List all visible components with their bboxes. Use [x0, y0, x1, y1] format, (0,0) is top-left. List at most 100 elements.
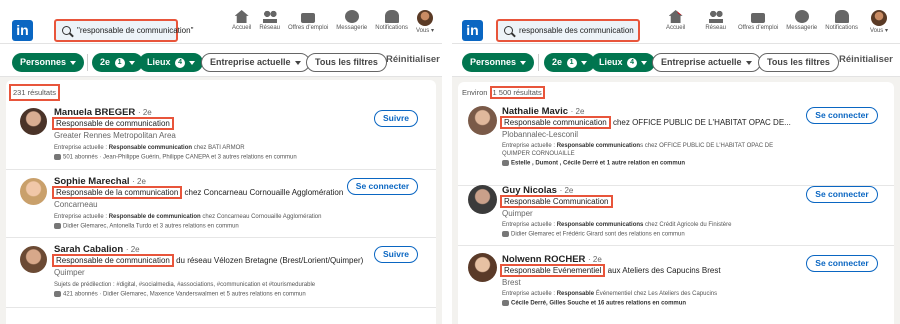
- mutual-connections[interactable]: Cécile Derré, Gilles Souche et 16 autres…: [502, 300, 686, 307]
- filter-places[interactable]: Lieux 4: [139, 53, 204, 72]
- bell-icon: [384, 10, 399, 23]
- filter-current-company[interactable]: Entreprise actuelle: [652, 53, 761, 72]
- notification-badge: 1: [676, 10, 683, 15]
- nav-jobs[interactable]: Offres d’emploi: [734, 10, 782, 34]
- top-nav: in "responsable de communication" Accuei…: [0, 0, 442, 44]
- nav-me[interactable]: Vous ▾: [862, 10, 896, 34]
- divider: [87, 54, 88, 71]
- person-location: Brest: [502, 278, 521, 287]
- briefcase-icon: [301, 13, 316, 23]
- left-screenshot: in "responsable de communication" Accuei…: [0, 0, 442, 324]
- chevron-down-icon: [745, 60, 752, 65]
- right-screenshot: in responsable des communication 1 Accuei…: [452, 0, 900, 324]
- nav-notifications[interactable]: Notifications: [371, 10, 412, 34]
- person-headline: Responsable de communication du réseau V…: [52, 254, 363, 267]
- bell-icon: [834, 10, 849, 23]
- reset-button[interactable]: Réinitialiser: [386, 54, 440, 65]
- briefcase-icon: [751, 13, 766, 23]
- person-location: Concarneau: [54, 200, 98, 209]
- network-icon: [708, 10, 723, 23]
- connect-button[interactable]: Se connecter: [806, 255, 878, 272]
- current-position: Entreprise actuelle : Responsable commun…: [502, 222, 732, 228]
- nav-jobs[interactable]: Offres d’emploi: [284, 10, 332, 34]
- chevron-down-icon: [520, 60, 527, 65]
- person-location: Quimper: [502, 209, 533, 218]
- filter-bar: Personnes 2e 1 Lieux 4 Entreprise actuel…: [452, 44, 900, 77]
- person-headline: Responsable de communication: [52, 117, 174, 130]
- nav-messaging[interactable]: Messagerie: [782, 10, 821, 34]
- search-icon: [62, 26, 71, 35]
- linkedin-logo[interactable]: in: [462, 20, 483, 41]
- filter-places[interactable]: Lieux 4: [591, 53, 656, 72]
- linkedin-logo[interactable]: in: [12, 20, 33, 41]
- mutual-connections[interactable]: Didier Glemarec, Antonella Turdo et 3 au…: [54, 223, 239, 230]
- avatar[interactable]: [20, 108, 47, 135]
- connect-button[interactable]: Se connecter: [806, 186, 878, 203]
- nav-me[interactable]: Vous ▾: [412, 10, 438, 34]
- results-count: Environ 1 500 résultats: [460, 86, 547, 99]
- mutual-connections[interactable]: Estelle , Dumont , Cécile Derré et 1 aut…: [502, 160, 685, 167]
- avatar[interactable]: [468, 185, 497, 214]
- nav-messaging[interactable]: Messagerie: [332, 10, 371, 34]
- nav-home[interactable]: Accueil: [228, 10, 255, 34]
- chevron-down-icon: [641, 60, 648, 65]
- current-position: Entreprise actuelle : Responsable commun…: [54, 145, 245, 151]
- person-headline: Responsable Evénementiel aux Ateliers de…: [500, 264, 721, 277]
- person-location: Greater Rennes Metropolitan Area: [54, 131, 176, 140]
- nav-home[interactable]: 1 Accueil: [654, 10, 697, 34]
- list-item: Sarah Cabalion · 2e Responsable de commu…: [6, 238, 436, 308]
- all-filters-button[interactable]: Tous les filtres: [758, 53, 839, 72]
- list-item: Nathalie Mavic · 2e Responsable communic…: [458, 102, 894, 186]
- follow-button[interactable]: Suivre: [374, 110, 418, 127]
- mutual-connections[interactable]: 421 abonnés · Didier Glemarec, Maxence V…: [54, 291, 306, 298]
- top-nav: in responsable des communication 1 Accuei…: [452, 0, 900, 44]
- filter-degree[interactable]: 2e 1: [544, 53, 595, 72]
- reset-button[interactable]: Réinitialiser: [839, 54, 893, 65]
- filter-people[interactable]: Personnes: [462, 53, 535, 72]
- filter-people[interactable]: Personnes: [12, 53, 85, 72]
- chevron-down-icon: [580, 60, 587, 65]
- divider: [538, 54, 539, 71]
- person-headline: Responsable Communication: [500, 195, 613, 208]
- people-icon: [502, 160, 509, 166]
- list-item: Sophie Marechal · 2e Responsable de la c…: [6, 170, 436, 238]
- featured-topics: Sujets de prédilection : #digital, #soci…: [54, 282, 316, 288]
- current-position: Entreprise actuelle : Responsable Événem…: [502, 291, 718, 297]
- avatar-icon: [416, 10, 433, 26]
- filter-current-company[interactable]: Entreprise actuelle: [201, 53, 310, 72]
- nav-items: 1 Accueil Réseau Offres d’emploi Messager…: [654, 10, 896, 34]
- connect-button[interactable]: Se connecter: [347, 178, 418, 195]
- connect-button[interactable]: Se connecter: [806, 107, 878, 124]
- messaging-icon: [344, 10, 359, 23]
- search-query: "responsable de communication": [77, 26, 194, 35]
- person-location: Quimper: [54, 268, 85, 277]
- avatar[interactable]: [468, 253, 497, 282]
- search-input[interactable]: "responsable de communication": [54, 19, 193, 42]
- search-input[interactable]: responsable des communication: [496, 19, 640, 42]
- list-item: Guy Nicolas · 2e Responsable Communicati…: [458, 180, 894, 246]
- nav-items: Accueil Réseau Offres d’emploi Messageri…: [228, 10, 438, 34]
- avatar-icon: [870, 10, 887, 26]
- mutual-connections[interactable]: Didier Glemarec et Frédéric Girard sont …: [502, 231, 685, 238]
- follow-button[interactable]: Suivre: [374, 246, 418, 263]
- avatar[interactable]: [20, 246, 47, 273]
- chevron-down-icon: [128, 60, 135, 65]
- person-headline: Responsable communication chez OFFICE PU…: [500, 116, 791, 129]
- list-item: Nolwenn ROCHER · 2e Responsable Evénemen…: [458, 246, 894, 324]
- results-card: 231 résultats Manuela BREGER · 2e Respon…: [6, 80, 436, 324]
- home-icon: [234, 10, 249, 23]
- chevron-down-icon: [189, 60, 196, 65]
- current-position: Entreprise actuelle : Responsable commun…: [502, 143, 774, 157]
- all-filters-button[interactable]: Tous les filtres: [306, 53, 387, 72]
- nav-network[interactable]: Réseau: [255, 10, 284, 34]
- home-icon: 1: [668, 10, 683, 23]
- mutual-connections[interactable]: 501 abonnés · Jean-Philippe Guérin, Phil…: [54, 154, 297, 161]
- search-icon: [504, 26, 513, 35]
- nav-network[interactable]: Réseau: [697, 10, 734, 34]
- avatar[interactable]: [20, 178, 47, 205]
- people-icon: [54, 291, 61, 297]
- filter-degree[interactable]: 2e 1: [92, 53, 143, 72]
- nav-notifications[interactable]: Notifications: [821, 10, 862, 34]
- avatar[interactable]: [468, 106, 497, 135]
- chevron-down-icon: [294, 60, 301, 65]
